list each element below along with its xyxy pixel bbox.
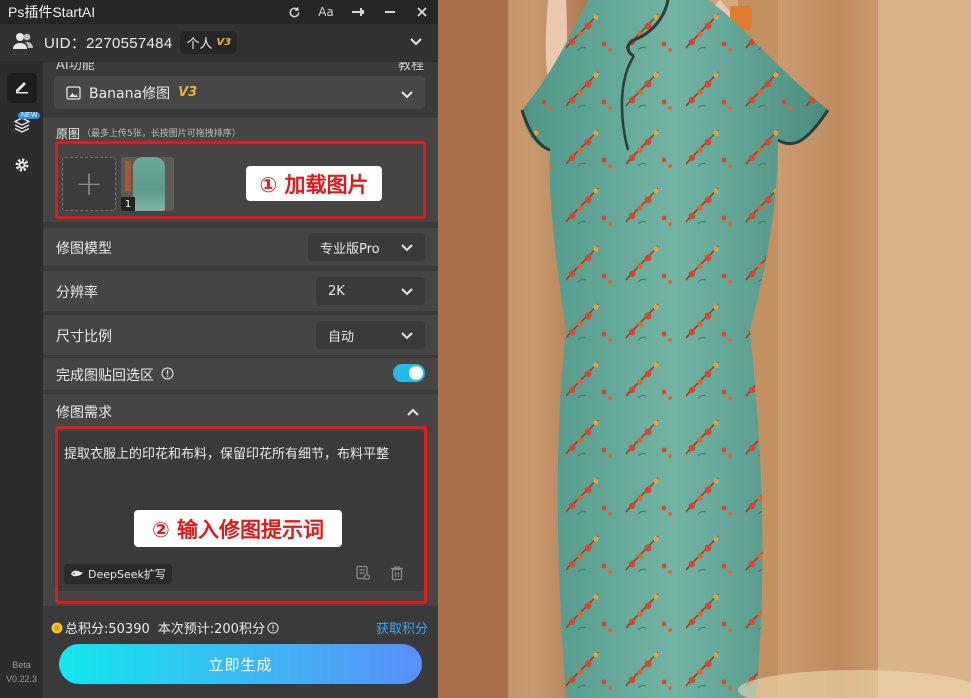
plugin-panel: Ps插件StartAI Aa UID：2270557484 个人 V3 NEW … <box>0 0 438 698</box>
feature-select[interactable]: Banana修图 V3 <box>54 76 425 109</box>
model-select[interactable]: 专业版Pro <box>308 233 425 261</box>
pencil-icon <box>14 78 30 98</box>
points-info: 总积分:50390 本次预计:200积分 <box>51 618 279 637</box>
info-icon[interactable] <box>161 367 174 384</box>
toggle-knob <box>409 366 423 380</box>
beta-label: Beta <box>12 660 31 670</box>
sidebar-item-edit[interactable] <box>7 73 37 103</box>
callout-enter-prompt: ② 输入修图提示词 <box>134 510 342 547</box>
refresh-icon[interactable] <box>278 0 310 24</box>
model-value: 专业版Pro <box>320 241 380 257</box>
paste-back-label: 完成图贴回选区 <box>56 368 154 384</box>
paste-back-toggle[interactable] <box>393 364 425 382</box>
row-model: 修图模型 专业版Pro <box>43 228 438 266</box>
aspect-select[interactable]: 自动 <box>316 321 425 349</box>
chevron-down-icon <box>401 88 413 103</box>
section-header: AI功能 <box>56 62 95 73</box>
font-size-icon[interactable]: Aa <box>310 0 342 24</box>
row-paste-back: 完成图贴回选区 <box>43 358 438 390</box>
plan-badge: 个人 V3 <box>180 31 238 54</box>
chevron-down-icon[interactable] <box>410 35 422 50</box>
estimated-cost: 本次预计:200积分 <box>157 622 265 637</box>
chevron-down-icon <box>401 329 413 344</box>
upload-hint: （最多上传5张，长按图片可拖拽排序） <box>82 129 241 139</box>
sidebar-item-settings[interactable] <box>7 152 37 182</box>
account-bar[interactable]: UID：2270557484 个人 V3 <box>0 24 438 62</box>
layers-icon <box>13 117 31 137</box>
version-label: V0.22.3 <box>5 674 38 684</box>
upload-label: 原图 <box>56 127 81 141</box>
title-bar: Ps插件StartAI Aa <box>0 0 438 24</box>
plan-version: V3 <box>216 37 232 48</box>
app-title: Ps插件StartAI <box>8 4 96 20</box>
generate-button[interactable]: 立即生成 <box>59 644 422 684</box>
footer-bar: 总积分:50390 本次预计:200积分 获取积分 立即生成 <box>43 606 438 698</box>
feature-version: V3 <box>178 85 198 100</box>
close-icon[interactable] <box>406 0 438 24</box>
chevron-down-icon <box>401 285 413 300</box>
chevron-down-icon <box>401 241 413 256</box>
plan-name: 个人 <box>186 37 213 52</box>
row-aspect: 尺寸比例 自动 <box>43 315 438 355</box>
aspect-value: 自动 <box>328 329 355 345</box>
gear-icon <box>14 157 30 177</box>
feature-name: Banana修图 <box>89 85 171 102</box>
aspect-label: 尺寸比例 <box>56 329 112 345</box>
tutorial-link[interactable]: 教程 <box>398 62 424 73</box>
row-resolution: 分辨率 2K <box>43 271 438 311</box>
main-content: AI功能 教程 Banana修图 V3 原图 （最多上传5张，长按图片可拖拽排序… <box>43 62 438 698</box>
model-label: 修图模型 <box>56 241 112 257</box>
resolution-label: 分辨率 <box>56 285 98 301</box>
sidebar: NEW Beta V0.22.3 <box>0 62 43 698</box>
total-points: 总积分:50390 <box>65 622 150 637</box>
minimize-icon[interactable] <box>374 0 406 24</box>
image-edit-icon <box>66 85 81 100</box>
resolution-select[interactable]: 2K <box>316 277 425 305</box>
coin-icon <box>51 622 63 634</box>
info-icon[interactable] <box>267 621 279 634</box>
new-tag: NEW <box>18 112 41 119</box>
pin-icon[interactable] <box>342 0 374 24</box>
chevron-up-icon[interactable] <box>407 405 419 420</box>
resolution-value: 2K <box>328 283 345 299</box>
dress-illustration <box>438 0 971 698</box>
window-controls: Aa <box>278 0 438 24</box>
prompt-label: 修图需求 <box>56 405 112 421</box>
user-id: UID：2270557484 <box>44 35 173 52</box>
reference-photo <box>438 0 971 698</box>
get-points-link[interactable]: 获取积分 <box>376 618 428 637</box>
callout-load-image: ① 加载图片 <box>246 166 382 201</box>
users-icon <box>12 32 34 54</box>
